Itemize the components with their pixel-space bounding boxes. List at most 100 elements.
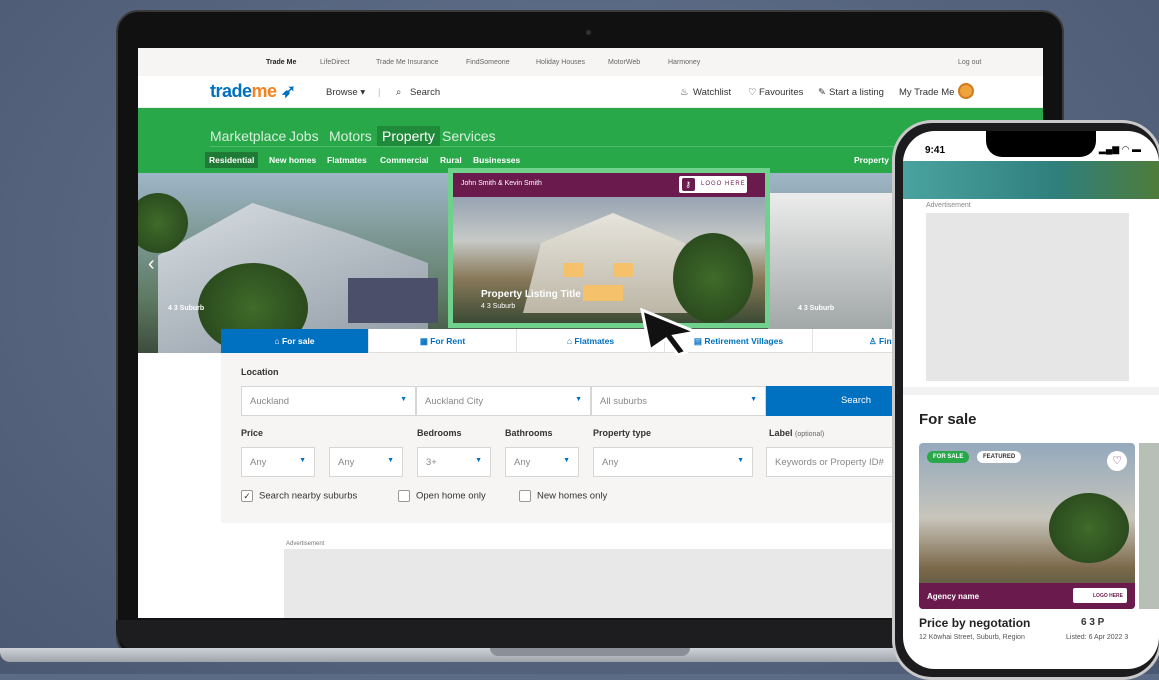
checkbox-icon bbox=[519, 490, 531, 502]
topbar-link-findsomeone[interactable]: FindSomeone bbox=[466, 59, 510, 66]
topbar-link-lifedirect[interactable]: LifeDirect bbox=[320, 59, 350, 66]
kiwi-icon: ➶ bbox=[281, 81, 296, 101]
subnav-property-right[interactable]: Property bbox=[854, 155, 889, 165]
mouse-pointer-icon bbox=[640, 308, 700, 356]
laptop-notch bbox=[490, 648, 690, 656]
start-listing-link[interactable]: Start a listing bbox=[829, 87, 884, 98]
favourite-heart-icon[interactable]: ♡ bbox=[1107, 451, 1127, 471]
window-light bbox=[583, 285, 623, 301]
nav-motors[interactable]: Motors bbox=[329, 128, 372, 144]
subnav-residential[interactable]: Residential bbox=[205, 152, 259, 168]
nav-property[interactable]: Property bbox=[377, 126, 440, 146]
featured-logo-text: LOGO HERE bbox=[701, 181, 746, 187]
dynamic-island bbox=[986, 131, 1096, 157]
phone-logo-text: LOGO HERE bbox=[1093, 593, 1124, 599]
nav-marketplace[interactable]: Marketplace bbox=[210, 128, 286, 144]
topbar-link-insurance[interactable]: Trade Me Insurance bbox=[376, 59, 438, 66]
avatar[interactable] bbox=[958, 83, 974, 99]
nearby-checkbox[interactable]: ✓ Search nearby suburbs bbox=[241, 490, 357, 502]
aerial-image bbox=[903, 161, 1159, 199]
subnav-businesses[interactable]: Businesses bbox=[473, 155, 520, 165]
my-trademe-link[interactable]: My Trade Me bbox=[899, 87, 954, 98]
phone-section-title: For sale bbox=[919, 411, 977, 428]
phone-agency-bar: Agency name LOGO HERE bbox=[919, 583, 1135, 609]
watchlist-link[interactable]: Watchlist bbox=[693, 87, 731, 98]
price-max-select[interactable]: Any ▼ bbox=[329, 447, 403, 477]
property-type-select[interactable]: Any ▼ bbox=[593, 447, 753, 477]
district-select[interactable]: Auckland City ▼ bbox=[416, 386, 591, 416]
logo-text: trade bbox=[210, 81, 252, 101]
favourites-link[interactable]: Favourites bbox=[759, 87, 803, 98]
tab-for-sale[interactable]: ⌂ For sale bbox=[221, 329, 369, 353]
bedrooms-value: 3+ bbox=[426, 457, 437, 468]
site-header: trademe ➶ Browse ▾ | ⌕ Search ♨ Watchlis… bbox=[138, 76, 1043, 108]
nav-jobs[interactable]: Jobs bbox=[289, 128, 319, 144]
advertisement-label: Advertisement bbox=[286, 541, 325, 547]
caret-icon: ▼ bbox=[299, 457, 306, 464]
person-icon: ♙ bbox=[868, 336, 879, 346]
header-search-link[interactable]: Search bbox=[410, 87, 440, 98]
label-label-text: Label bbox=[769, 428, 793, 438]
new-homes-checkbox[interactable]: New homes only bbox=[519, 490, 607, 502]
agency-name: Agency name bbox=[927, 592, 980, 601]
suburb-select[interactable]: All suburbs ▼ bbox=[591, 386, 766, 416]
bathrooms-select[interactable]: Any ▼ bbox=[505, 447, 579, 477]
tab-retirement-label: Retirement Villages bbox=[704, 336, 784, 346]
property-type-label: Property type bbox=[593, 428, 652, 438]
caret-icon: ▼ bbox=[400, 396, 407, 403]
label-optional: (optional) bbox=[795, 431, 825, 438]
browse-menu[interactable]: Browse ▾ bbox=[326, 87, 365, 98]
search-icon[interactable]: ⌕ bbox=[396, 87, 401, 98]
price-min-select[interactable]: Any ▼ bbox=[241, 447, 315, 477]
for-sale-badge: FOR SALE bbox=[927, 451, 970, 463]
subnav-commercial[interactable]: Commercial bbox=[380, 155, 429, 165]
subnav-rural[interactable]: Rural bbox=[440, 155, 462, 165]
left-listing-meta: 4 3 Suburb bbox=[168, 305, 205, 312]
bedrooms-select[interactable]: 3+ ▼ bbox=[417, 447, 491, 477]
bathrooms-label: Bathrooms bbox=[505, 428, 553, 438]
building-icon: ▦ bbox=[419, 336, 431, 346]
subnav-flatmates[interactable]: Flatmates bbox=[327, 155, 367, 165]
logo-accent: me bbox=[251, 81, 278, 101]
topbar-link-holidayhouses[interactable]: Holiday Houses bbox=[536, 59, 585, 66]
tree-image bbox=[1049, 493, 1129, 563]
window-light bbox=[613, 263, 633, 277]
phone-advertisement-slot[interactable] bbox=[926, 213, 1129, 381]
topbar-link-trademe[interactable]: Trade Me bbox=[266, 59, 296, 66]
subnav-new-homes[interactable]: New homes bbox=[269, 155, 316, 165]
garage-door bbox=[348, 278, 438, 323]
caret-icon: ▼ bbox=[737, 457, 744, 464]
caret-icon: ▼ bbox=[563, 457, 570, 464]
advertisement-slot[interactable] bbox=[284, 549, 934, 618]
featured-listing-card[interactable]: John Smith & Kevin Smith ⚷ LOGO HERE Pro… bbox=[448, 168, 770, 328]
next-card-peek[interactable] bbox=[1139, 443, 1159, 609]
checkbox-icon bbox=[398, 490, 410, 502]
status-icons: ▂▄▆ ◠ ▬ bbox=[1098, 144, 1141, 154]
watchlist-icon: ♨ bbox=[680, 87, 689, 98]
open-home-checkbox[interactable]: Open home only bbox=[398, 490, 486, 502]
laptop-camera bbox=[586, 30, 591, 35]
region-select[interactable]: Auckland ▼ bbox=[241, 386, 416, 416]
right-listing-meta: 4 3 Suburb bbox=[798, 305, 835, 312]
tab-flatmates-label: Flatmates bbox=[574, 336, 615, 346]
nav-services[interactable]: Services bbox=[442, 128, 496, 144]
caret-icon: ▼ bbox=[575, 396, 582, 403]
logout-link[interactable]: Log out bbox=[958, 59, 981, 66]
phone-price: Price by negotation bbox=[919, 616, 1031, 630]
tab-for-sale-label: For sale bbox=[281, 336, 315, 346]
district-value: Auckland City bbox=[425, 396, 484, 407]
topbar-link-motorweb[interactable]: MotorWeb bbox=[608, 59, 640, 66]
price-label: Price bbox=[241, 428, 264, 438]
tab-for-rent[interactable]: ▦ For Rent bbox=[369, 329, 517, 353]
label-label: Label (optional) bbox=[769, 428, 824, 438]
phone-features: 6 3 P bbox=[1081, 617, 1105, 628]
trademe-logo[interactable]: trademe ➶ bbox=[210, 81, 296, 102]
heart-icon: ♡ bbox=[748, 87, 757, 98]
price-max-value: Any bbox=[338, 457, 355, 468]
carousel-prev-icon[interactable]: ‹ bbox=[148, 253, 155, 276]
phone-listing-card[interactable]: FOR SALE FEATURED ♡ Agency name LOGO HER… bbox=[919, 443, 1135, 609]
house-image-right[interactable] bbox=[768, 193, 908, 343]
topbar-link-harmoney[interactable]: Harmoney bbox=[668, 59, 700, 66]
top-utility-bar: Trade Me LifeDirect Trade Me Insurance F… bbox=[138, 48, 1043, 76]
window-light bbox=[563, 263, 583, 277]
